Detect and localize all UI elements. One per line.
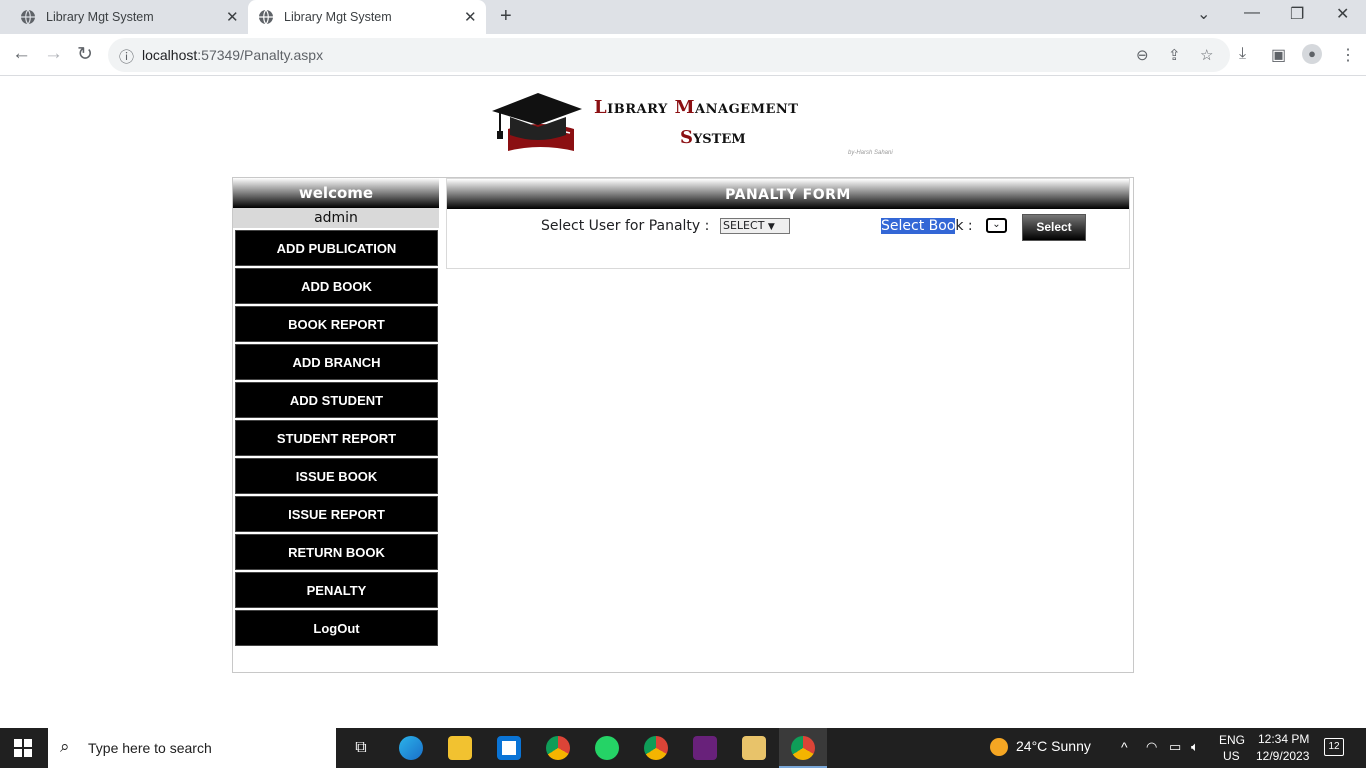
menu-penalty[interactable]: PENALTY	[235, 572, 438, 608]
select-button[interactable]: Select	[1022, 214, 1086, 241]
close-tab-icon[interactable]: ✕	[464, 8, 477, 26]
book-select-dropdown[interactable]: ⌄	[986, 218, 1007, 233]
region-indicator[interactable]: US	[1223, 749, 1240, 763]
menu-add-branch[interactable]: ADD BRANCH	[235, 344, 438, 380]
tools-app-icon[interactable]	[742, 736, 766, 760]
reload-icon[interactable]: ↻	[77, 43, 93, 66]
restore-icon[interactable]: ❐	[1290, 4, 1304, 24]
windows-start-icon[interactable]	[14, 739, 32, 757]
tab-title: Library Mgt System	[46, 10, 154, 24]
store-icon[interactable]	[497, 736, 521, 760]
menu-add-publication[interactable]: ADD PUBLICATION	[235, 230, 438, 266]
address-bar[interactable]: ⓘ localhost:57349/Panalty.aspx ⊖ ⇪ ☆	[108, 38, 1230, 72]
bookmark-star-icon[interactable]: ☆	[1200, 46, 1213, 64]
sun-icon	[990, 738, 1008, 757]
weather-widget[interactable]: 24°C Sunny	[990, 738, 1091, 757]
menu-issue-report[interactable]: ISSUE REPORT	[235, 496, 438, 532]
logo-title-line1: Library Management	[594, 97, 799, 118]
notification-center-icon[interactable]: 12	[1324, 738, 1344, 756]
tab-search-icon[interactable]: ⌄	[1197, 4, 1210, 24]
url-text[interactable]: localhost:57349/Panalty.aspx	[142, 47, 323, 63]
minimize-icon[interactable]: —	[1244, 4, 1260, 22]
menu-book-report[interactable]: BOOK REPORT	[235, 306, 438, 342]
search-placeholder: Type here to search	[88, 740, 212, 756]
share-icon[interactable]: ⇪	[1168, 46, 1181, 64]
visual-studio-icon[interactable]	[693, 736, 717, 760]
logo-title-line2: System	[680, 127, 746, 148]
download-icon[interactable]: ⤓	[1239, 45, 1246, 63]
welcome-heading: welcome	[233, 178, 439, 208]
more-menu-icon[interactable]: ⋮	[1340, 45, 1356, 65]
zoom-icon[interactable]: ⊖	[1136, 46, 1149, 64]
volume-icon[interactable]: 🔈︎	[1191, 739, 1199, 755]
side-panel-icon[interactable]: ▣	[1271, 45, 1286, 65]
chrome-icon[interactable]	[546, 736, 570, 760]
browser-tab-active[interactable]: Library Mgt System ✕	[248, 0, 486, 34]
browser-toolbar: ← → ↻ ⓘ localhost:57349/Panalty.aspx ⊖ ⇪…	[0, 34, 1366, 76]
chrome-profile-icon[interactable]	[644, 736, 668, 760]
penalty-form: PANALTY FORM Select User for Panalty : S…	[446, 178, 1130, 269]
browser-tab[interactable]: Library Mgt System ✕	[10, 0, 246, 34]
globe-icon	[259, 9, 273, 25]
task-view-icon[interactable]: ⧉	[349, 736, 373, 760]
menu-add-book[interactable]: ADD BOOK	[235, 268, 438, 304]
battery-icon[interactable]: ▭	[1169, 739, 1181, 755]
user-select-dropdown[interactable]: SELECT ▼	[720, 218, 790, 234]
back-icon[interactable]: ←	[12, 43, 31, 65]
edge-icon[interactable]	[399, 736, 423, 760]
clock-date[interactable]: 12/9/2023	[1256, 749, 1309, 763]
globe-icon	[21, 9, 35, 25]
menu-issue-book[interactable]: ISSUE BOOK	[235, 458, 438, 494]
form-row: Select User for Panalty : SELECT ▼ Selec…	[447, 214, 1131, 245]
graduation-cap-book-icon	[492, 93, 582, 151]
profile-icon[interactable]: ●	[1302, 44, 1322, 64]
site-logo: Library Management System by-Harsh Sahan…	[490, 85, 910, 156]
taskbar-search[interactable]: ⌕ Type here to search	[48, 728, 336, 768]
tab-strip: Library Mgt System ✕ Library Mgt System …	[0, 0, 1366, 34]
menu-logout[interactable]: LogOut	[235, 610, 438, 646]
close-tab-icon[interactable]: ✕	[226, 8, 239, 26]
menu-student-report[interactable]: STUDENT REPORT	[235, 420, 438, 456]
sidebar-menu: welcome admin ADD PUBLICATION ADD BOOK B…	[233, 178, 439, 646]
username-label: admin	[233, 208, 439, 228]
tab-title: Library Mgt System	[284, 10, 392, 24]
close-window-icon[interactable]: ✕	[1336, 4, 1349, 24]
chevron-down-icon: ⌄	[992, 219, 1001, 230]
clock-time[interactable]: 12:34 PM	[1258, 732, 1309, 746]
language-indicator[interactable]: ENG	[1219, 733, 1245, 747]
show-hidden-icons-icon[interactable]: ^	[1121, 739, 1128, 755]
wifi-icon[interactable]: ◠	[1146, 739, 1157, 755]
site-info-icon[interactable]: ⓘ	[119, 46, 134, 67]
form-title: PANALTY FORM	[447, 179, 1129, 209]
chevron-down-icon: ▼	[767, 222, 775, 232]
menu-add-student[interactable]: ADD STUDENT	[235, 382, 438, 418]
new-tab-icon[interactable]: +	[500, 5, 512, 28]
file-explorer-icon[interactable]	[448, 736, 472, 760]
active-chrome-app[interactable]	[779, 728, 827, 768]
menu-return-book[interactable]: RETURN BOOK	[235, 534, 438, 570]
book-select-label: Select Book :	[881, 218, 973, 234]
chrome-icon	[791, 736, 815, 760]
search-icon: ⌕	[60, 737, 70, 756]
taskbar: ⌕ Type here to search ⧉ 24°C Sunny ^ ◠ ▭…	[0, 728, 1366, 768]
forward-icon[interactable]: →	[44, 43, 63, 65]
whatsapp-icon[interactable]	[595, 736, 619, 760]
page-content: Library Management System by-Harsh Sahan…	[0, 77, 1366, 728]
logo-credit: by-Harsh Sahani	[848, 150, 893, 156]
user-select-label: Select User for Panalty :	[541, 218, 710, 234]
